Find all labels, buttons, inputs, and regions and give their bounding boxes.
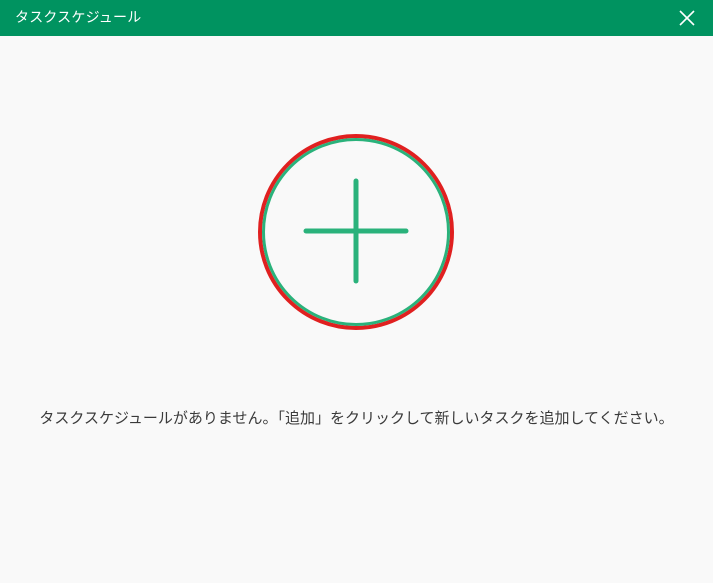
add-task-button[interactable] (257, 133, 455, 331)
close-button[interactable] (677, 8, 697, 28)
task-schedule-window: タスクスケジュール タスクスケジュールがありません。「追加」をクリックして新しい… (0, 0, 713, 583)
empty-state-message: タスクスケジュールがありません。「追加」をクリックして新しいタスクを追加してくだ… (39, 409, 674, 427)
title-bar: タスクスケジュール (0, 0, 713, 36)
close-icon (679, 10, 695, 26)
window-title: タスクスケジュール (15, 10, 142, 26)
plus-icon (258, 134, 454, 330)
